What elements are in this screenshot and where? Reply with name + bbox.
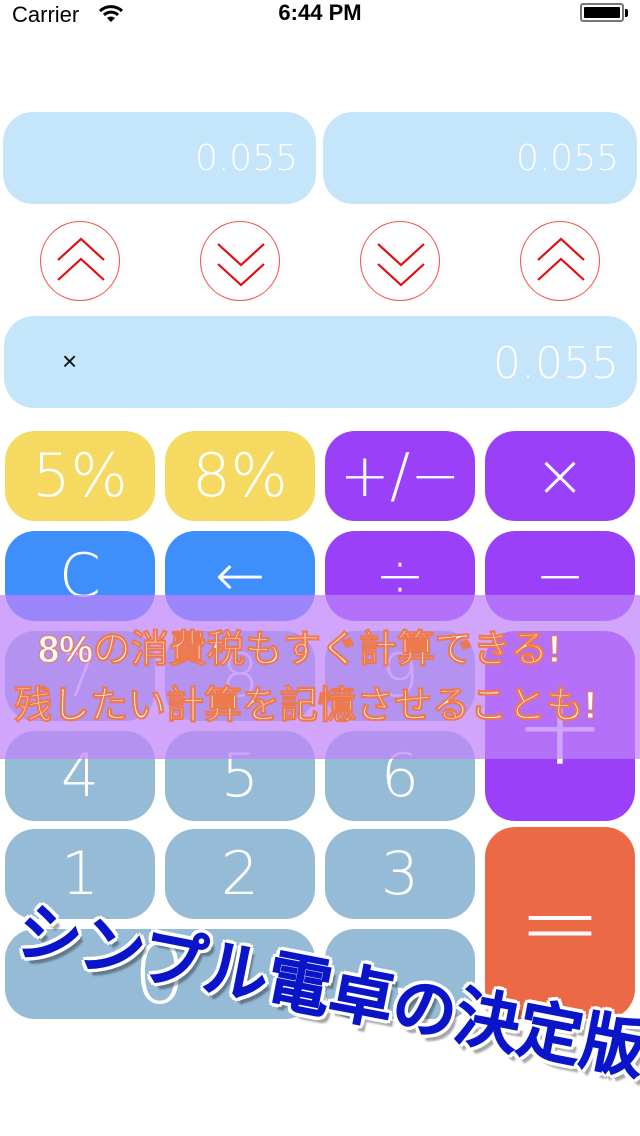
right-memory-value: 0.055 — [515, 138, 619, 179]
clock: 6:44 PM — [278, 0, 362, 25]
double-chevron-down-icon — [217, 243, 265, 287]
battery-tip — [625, 9, 628, 17]
sign-toggle-key[interactable]: +/− — [325, 431, 475, 521]
operator-indicator: × — [62, 346, 78, 376]
equals-label: = — [518, 864, 602, 981]
store-right-up-button[interactable] — [520, 221, 600, 301]
multiply-key[interactable]: × — [485, 431, 635, 521]
right-memory-display[interactable]: 0.055 — [323, 112, 637, 204]
tax-5-label: 5% — [32, 441, 128, 511]
battery-icon — [580, 3, 624, 22]
left-memory-value: 0.055 — [194, 138, 298, 179]
digit-3-key[interactable]: 3 — [325, 829, 475, 919]
sign-toggle-label: +/− — [339, 441, 461, 511]
double-chevron-up-icon — [57, 237, 105, 281]
store-left-up-button[interactable] — [40, 221, 120, 301]
double-chevron-up-icon — [537, 237, 585, 281]
left-memory-display[interactable]: 0.055 — [3, 112, 316, 204]
promo-line-memory: 残したい計算を記憶させることも! — [14, 685, 598, 728]
recall-left-down-button[interactable] — [200, 221, 280, 301]
recall-right-down-button[interactable] — [360, 221, 440, 301]
tax-8-label: 8% — [192, 441, 288, 511]
digit-3-label: 3 — [380, 839, 420, 909]
main-display: × 0.055 — [4, 316, 637, 408]
digit-2-label: 2 — [220, 839, 260, 909]
tax-5-percent-key[interactable]: 5% — [5, 431, 155, 521]
multiply-label: × — [534, 441, 586, 511]
tax-8-percent-key[interactable]: 8% — [165, 431, 315, 521]
main-display-value: 0.055 — [493, 338, 619, 389]
double-chevron-down-icon — [377, 243, 425, 287]
promo-line-tax: 8%の消費税もすぐ計算できる! — [38, 629, 562, 672]
digit-2-key[interactable]: 2 — [165, 829, 315, 919]
status-bar: Carrier 6:44 PM — [0, 0, 640, 40]
